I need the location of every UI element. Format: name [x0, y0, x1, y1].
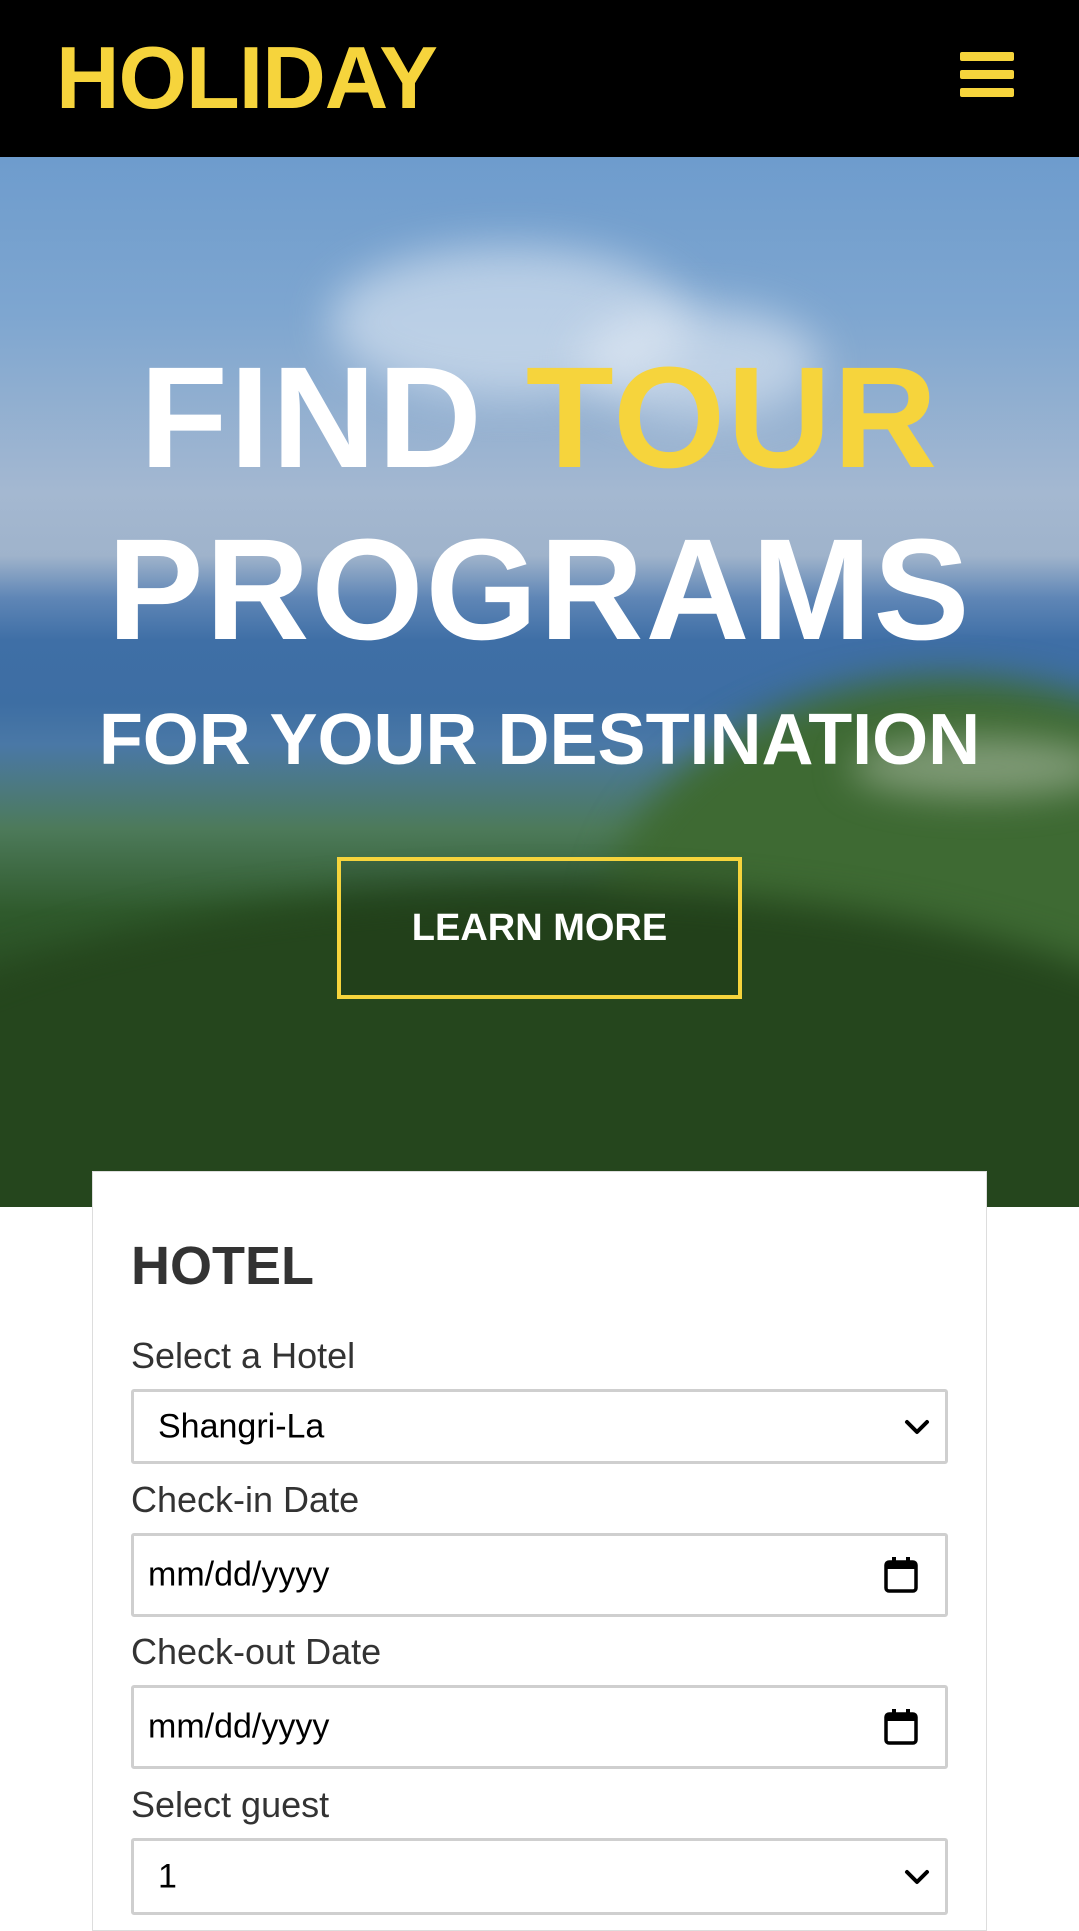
- checkout-date-label: Check-out Date: [131, 1631, 382, 1672]
- calendar-icon[interactable]: [883, 1708, 919, 1746]
- hamburger-menu-icon-bar: [960, 88, 1014, 97]
- guest-select-value: 1: [158, 1857, 177, 1895]
- top-navbar: HOLIDAY: [0, 0, 1079, 157]
- hotel-form-title: HOTEL: [131, 1236, 314, 1296]
- checkin-date-placeholder: mm/dd/yyyy: [148, 1555, 330, 1594]
- hotel-select-value: Shangri-La: [158, 1407, 325, 1445]
- site-logo[interactable]: HOLIDAY: [56, 30, 438, 126]
- hamburger-menu-icon-bar: [960, 70, 1014, 79]
- hotel-booking-card: HOTEL Select a Hotel Shangri-La Check-in…: [92, 1171, 987, 1931]
- checkout-date-placeholder: mm/dd/yyyy: [148, 1707, 330, 1746]
- hero-title-line-1: FIND TOUR: [0, 338, 1079, 498]
- chevron-down-icon: [905, 1869, 929, 1884]
- checkin-date-label: Check-in Date: [131, 1479, 360, 1520]
- calendar-icon[interactable]: [883, 1556, 919, 1594]
- hero-section: [0, 157, 1079, 1207]
- select-guest-label: Select guest: [131, 1784, 330, 1825]
- learn-more-button[interactable]: LEARN MORE: [337, 857, 742, 999]
- select-hotel-label: Select a Hotel: [131, 1335, 356, 1376]
- chevron-down-icon: [905, 1419, 929, 1434]
- hamburger-menu-icon: [960, 52, 1014, 61]
- guest-select[interactable]: 1: [131, 1838, 948, 1915]
- hero-title-word-find: FIND: [139, 337, 484, 498]
- hotel-select[interactable]: Shangri-La: [131, 1389, 948, 1464]
- hero-subtitle: FOR YOUR DESTINATION: [98, 700, 981, 780]
- hamburger-menu-button[interactable]: [960, 52, 1014, 98]
- hero-title-line-2: PROGRAMS: [107, 509, 972, 670]
- checkin-date-input[interactable]: mm/dd/yyyy: [131, 1533, 948, 1617]
- checkout-date-input[interactable]: mm/dd/yyyy: [131, 1685, 948, 1769]
- hero-title-word-tour: TOUR: [525, 337, 940, 498]
